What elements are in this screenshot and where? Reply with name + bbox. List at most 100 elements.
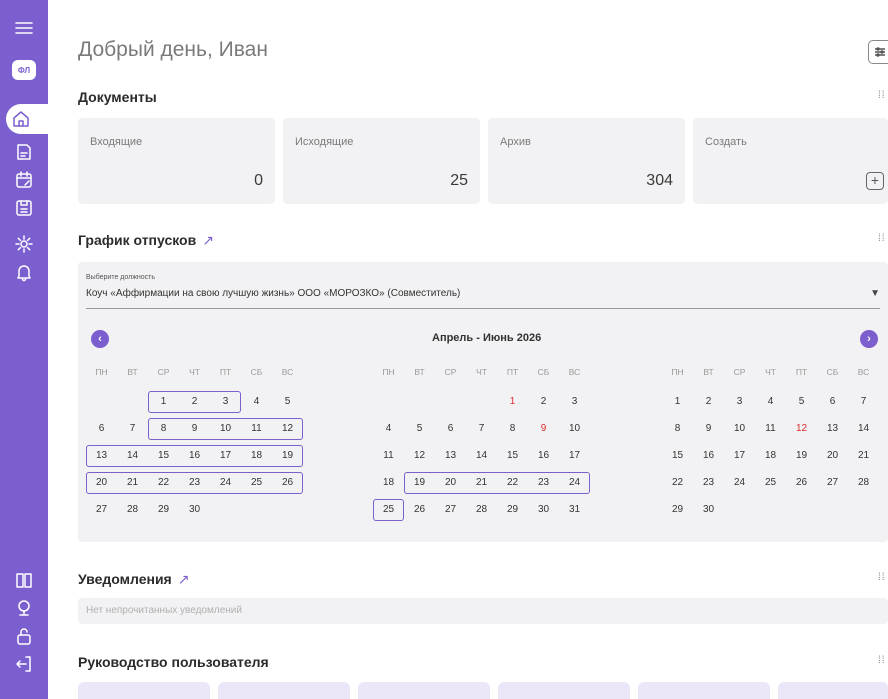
calendar-day[interactable]: 28 [848, 473, 879, 493]
calendar-day[interactable]: 15 [148, 446, 179, 466]
guide-card[interactable] [358, 682, 490, 699]
calendar-day[interactable]: 3 [559, 392, 590, 412]
calendar-day[interactable]: 18 [373, 473, 404, 493]
calendar-day[interactable]: 30 [693, 500, 724, 520]
guide-card[interactable] [498, 682, 630, 699]
calendar-day[interactable]: 8 [148, 419, 179, 439]
calendar-day[interactable]: 27 [435, 500, 466, 520]
save-document-icon[interactable] [12, 196, 36, 220]
calendar-day[interactable]: 10 [559, 419, 590, 439]
calendar-day[interactable]: 6 [435, 419, 466, 439]
calendar-day[interactable]: 13 [435, 446, 466, 466]
calendar-day[interactable]: 4 [755, 392, 786, 412]
calendar-day[interactable]: 29 [662, 500, 693, 520]
calendar-day[interactable]: 5 [786, 392, 817, 412]
calendar-day[interactable]: 24 [724, 473, 755, 493]
calendar-day[interactable]: 2 [693, 392, 724, 412]
card-create[interactable]: Создать + [693, 118, 888, 204]
external-link-icon[interactable]: ↗ [202, 232, 214, 248]
calendar-day[interactable]: 18 [241, 446, 272, 466]
calendar-day[interactable]: 13 [817, 419, 848, 439]
calendar-day[interactable]: 19 [404, 473, 435, 493]
guide-card[interactable] [218, 682, 350, 699]
calendar-day[interactable]: 18 [755, 446, 786, 466]
calendar-day[interactable]: 30 [528, 500, 559, 520]
calendar-day[interactable]: 12 [272, 419, 303, 439]
calendar-day[interactable]: 20 [817, 446, 848, 466]
vacation-title[interactable]: График отпусков ↗ [78, 232, 214, 249]
calendar-day[interactable]: 8 [662, 419, 693, 439]
calendar-day[interactable]: 21 [466, 473, 497, 493]
calendar-day[interactable]: 7 [466, 419, 497, 439]
card-outgoing[interactable]: Исходящие 25 [283, 118, 480, 204]
calendar-day[interactable]: 27 [86, 500, 117, 520]
calendar-day[interactable]: 22 [662, 473, 693, 493]
calendar-day[interactable]: 28 [117, 500, 148, 520]
calendar-day[interactable]: 28 [466, 500, 497, 520]
gear-icon[interactable] [12, 232, 36, 256]
calendar-day[interactable]: 23 [693, 473, 724, 493]
calendar-day[interactable]: 17 [559, 446, 590, 466]
calendar-day[interactable]: 17 [724, 446, 755, 466]
calendar-day[interactable]: 17 [210, 446, 241, 466]
guide-card[interactable] [78, 682, 210, 699]
calendar-day[interactable]: 14 [117, 446, 148, 466]
calendar-day[interactable]: 6 [817, 392, 848, 412]
calendar-day[interactable]: 12 [786, 419, 817, 439]
calendar-day[interactable]: 16 [693, 446, 724, 466]
calendar-day[interactable]: 24 [210, 473, 241, 493]
sidebar-item-home[interactable] [6, 104, 48, 134]
book-icon[interactable] [12, 568, 36, 592]
menu-icon[interactable] [12, 16, 36, 40]
guide-card[interactable] [778, 682, 888, 699]
calendar-day[interactable]: 8 [497, 419, 528, 439]
calendar-day[interactable]: 7 [848, 392, 879, 412]
calendar-day[interactable]: 15 [662, 446, 693, 466]
chevron-down-icon[interactable]: ▼ [870, 288, 880, 299]
calendar-day[interactable]: 30 [179, 500, 210, 520]
notifications-title[interactable]: Уведомления ↗ [78, 571, 189, 588]
drag-handle-icon[interactable]: ⁞⁞ [878, 91, 885, 104]
calendar-day[interactable]: 31 [559, 500, 590, 520]
calendar-day[interactable]: 27 [817, 473, 848, 493]
plus-icon[interactable]: + [866, 172, 884, 190]
calendar-day[interactable]: 3 [210, 392, 241, 412]
calendar-day[interactable]: 25 [373, 500, 404, 520]
bell-icon[interactable] [12, 260, 36, 284]
calendar-day[interactable]: 16 [528, 446, 559, 466]
calendar-day[interactable]: 6 [86, 419, 117, 439]
position-select[interactable]: Выберите должность Коуч «Аффирмации на с… [86, 272, 880, 309]
lock-icon[interactable] [12, 624, 36, 648]
calendar-day[interactable]: 3 [724, 392, 755, 412]
logout-icon[interactable] [12, 652, 36, 676]
card-archive[interactable]: Архив 304 [488, 118, 685, 204]
calendar-day[interactable]: 13 [86, 446, 117, 466]
calendar-day[interactable]: 14 [466, 446, 497, 466]
settings-button[interactable] [868, 40, 888, 64]
calendar-day[interactable]: 20 [86, 473, 117, 493]
calendar-day[interactable]: 5 [272, 392, 303, 412]
calendar-day[interactable]: 25 [241, 473, 272, 493]
calendar-day[interactable]: 1 [497, 392, 528, 412]
calendar-day[interactable]: 20 [435, 473, 466, 493]
calendar-day[interactable]: 21 [848, 446, 879, 466]
calendar-edit-icon[interactable] [12, 168, 36, 192]
calendar-day[interactable]: 2 [179, 392, 210, 412]
calendar-day[interactable]: 12 [404, 446, 435, 466]
document-icon[interactable] [12, 140, 36, 164]
calendar-day[interactable]: 23 [528, 473, 559, 493]
calendar-day[interactable]: 7 [117, 419, 148, 439]
calendar-day[interactable]: 4 [241, 392, 272, 412]
support-icon[interactable] [12, 596, 36, 620]
calendar-day[interactable]: 24 [559, 473, 590, 493]
drag-handle-icon[interactable]: ⁞⁞ [878, 234, 885, 247]
calendar-day[interactable]: 26 [272, 473, 303, 493]
calendar-day[interactable]: 9 [693, 419, 724, 439]
drag-handle-icon[interactable]: ⁞⁞ [878, 573, 885, 586]
calendar-day[interactable]: 4 [373, 419, 404, 439]
calendar-day[interactable]: 5 [404, 419, 435, 439]
calendar-day[interactable]: 14 [848, 419, 879, 439]
calendar-day[interactable]: 10 [210, 419, 241, 439]
card-incoming[interactable]: Входящие 0 [78, 118, 275, 204]
calendar-day[interactable]: 26 [786, 473, 817, 493]
